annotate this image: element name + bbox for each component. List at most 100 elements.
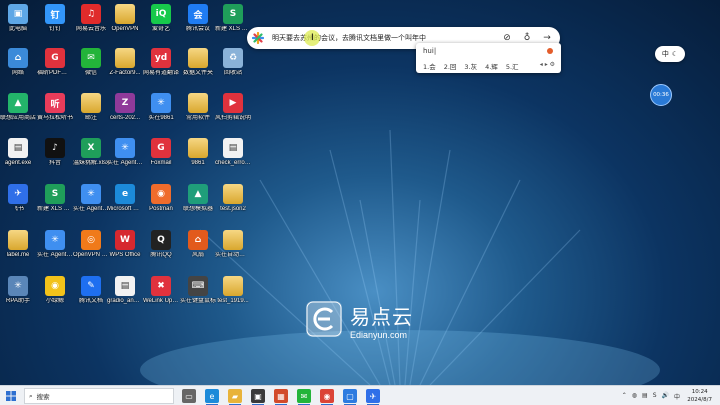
language-indicator[interactable]: 中 ☾: [655, 46, 685, 62]
desktop-icon[interactable]: ◉ 小绿鲸: [37, 276, 73, 305]
desktop-icon[interactable]: 实在自动化程序: [215, 230, 251, 259]
desktop-icon-glyph: ◎: [81, 230, 101, 250]
desktop-icon[interactable]: Z-Factor9...: [107, 48, 143, 77]
taskbar-app-store[interactable]: ▣: [251, 389, 265, 405]
desktop-icon[interactable]: ▲ 联想应用商店: [0, 93, 36, 122]
watermark-en: Edianyun.com: [350, 330, 408, 340]
desktop-icon[interactable]: ▶ 风扫剪辑说明: [215, 93, 251, 122]
desktop-icon-label: 新建 XLS 工作表.xlsx: [215, 26, 251, 32]
desktop-icon-label: 福昕PDF编辑器: [37, 70, 73, 76]
desktop-icon[interactable]: ♫ 网易云音乐: [73, 4, 109, 33]
taskbar-app-edge[interactable]: e: [205, 389, 219, 405]
desktop-icon[interactable]: ✳ 实在 Agent9897: [73, 184, 109, 213]
desktop-icon-glyph: [115, 48, 135, 68]
desktop-icon[interactable]: ✉ 微信: [73, 48, 109, 77]
taskbar-app-chrome[interactable]: ◉: [320, 389, 334, 405]
desktop-icon[interactable]: iQ 爱奇艺: [143, 4, 179, 33]
ime-candidate[interactable]: 4.辉: [485, 61, 498, 71]
desktop-icon-label: WeLink Update 9: [143, 298, 179, 304]
taskbar-search-box[interactable]: ⌕ 搜索: [24, 388, 174, 404]
desktop-icon[interactable]: 数据文件夹: [180, 48, 216, 77]
watermark: 易点云 Edianyun.com: [306, 301, 446, 345]
taskbar-app-task-view[interactable]: ▭: [182, 389, 196, 403]
desktop-icon[interactable]: ▤ check_error...: [215, 138, 251, 167]
desktop-icon[interactable]: ▤ gradio_anno...: [107, 276, 143, 305]
desktop-icon-glyph: [81, 93, 101, 113]
taskbar-app-feishu[interactable]: ✈: [366, 389, 380, 405]
ime-page-nav[interactable]: ◂ ▸ ⚙: [540, 61, 555, 68]
taskbar-app-app-blue[interactable]: ▢: [343, 389, 357, 405]
desktop-icon-glyph: ◉: [45, 276, 65, 296]
windows-start-icon[interactable]: [6, 391, 16, 401]
desktop-icon-label: test.json2: [220, 206, 246, 212]
tray-icon[interactable]: ▤: [642, 392, 648, 401]
desktop-icon[interactable]: ✳ 实在9861: [143, 93, 179, 122]
desktop-icon[interactable]: G Foxmail: [143, 138, 179, 167]
desktop-icon[interactable]: OpenVPN: [107, 4, 143, 33]
desktop-icon-label: 此电脑: [8, 26, 27, 32]
ime-candidate-window[interactable]: hui| 1.会 2.回 3.灰 4.辉 5.汇 ◂ ▸ ⚙: [416, 43, 561, 73]
desktop-icon[interactable]: 钉钉钉: [37, 4, 73, 33]
tray-icon[interactable]: S: [653, 392, 657, 401]
desktop-icon[interactable]: ✳ 实在 Agent9606: [107, 138, 143, 167]
desktop-icon-glyph: ⌂: [188, 230, 208, 250]
taskbar-clock[interactable]: 10:24 2024/8/7: [687, 388, 712, 404]
desktop-icon[interactable]: W WPS Office: [107, 230, 143, 259]
desktop-icon[interactable]: ✳ RPA助手: [0, 276, 36, 305]
ime-candidate[interactable]: 3.灰: [464, 61, 477, 71]
desktop-icon[interactable]: label.me: [0, 230, 36, 259]
desktop-icon[interactable]: yd 网易有道翻译: [143, 48, 179, 77]
desktop-icon[interactable]: G 福昕PDF编辑器: [37, 48, 73, 77]
desktop-icon[interactable]: 常用软件: [180, 93, 216, 122]
recording-timer-badge[interactable]: 00:36: [650, 84, 672, 106]
desktop-icon-glyph: Z: [115, 93, 135, 113]
desktop-icon-glyph: ♻: [223, 48, 243, 68]
desktop-icon[interactable]: ✖ WeLink Update 9: [143, 276, 179, 305]
desktop-icon[interactable]: 会腾讯会议: [180, 4, 216, 33]
desktop-icon-label: 腾讯会议: [185, 26, 210, 32]
desktop-icon[interactable]: ⌨ 实在键盘鼠标: [180, 276, 216, 305]
desktop-icon[interactable]: ✳ 实在 Agent10105: [37, 230, 73, 259]
desktop-icon[interactable]: S 新建 XLS 工作表.xlsx: [37, 184, 73, 213]
ime-candidate[interactable]: 1.会: [423, 61, 436, 71]
tray-icon[interactable]: 🔊: [662, 392, 669, 401]
desktop-icon[interactable]: e Microsoft Edge: [107, 184, 143, 213]
desktop-icon-glyph: ▲: [188, 184, 208, 204]
tray-icon[interactable]: 中: [674, 392, 680, 401]
desktop-icon[interactable]: ♪ 抖音: [37, 138, 73, 167]
desktop-icon-glyph: ✳: [115, 138, 135, 158]
desktop-icon[interactable]: ▲ 联想模拟器: [180, 184, 216, 213]
desktop-icon[interactable]: ◎ OpenVPN GUI: [73, 230, 109, 259]
desktop-icon[interactable]: S 新建 XLS 工作表.xlsx: [215, 4, 251, 33]
desktop-icon[interactable]: 9861: [180, 138, 216, 167]
taskbar-app-wechat[interactable]: ✉: [297, 389, 311, 405]
desktop-icon[interactable]: ▣ 此电脑: [0, 4, 36, 33]
desktop-icon[interactable]: ✎ 腾讯文档: [73, 276, 109, 305]
desktop-icon[interactable]: ♻ 回收站: [215, 48, 251, 77]
tray-icon[interactable]: ◍: [632, 392, 637, 401]
ime-candidate[interactable]: 2.回: [444, 61, 457, 71]
taskbar-app-app-red[interactable]: ▦: [274, 389, 288, 405]
desktop-icon[interactable]: ◉ Postman: [143, 184, 179, 213]
desktop-icon[interactable]: test_1919...: [215, 276, 251, 305]
desktop-icon-label: RPA助手: [6, 298, 30, 304]
desktop-icon-glyph: ✖: [151, 276, 171, 296]
desktop-icon-glyph: [223, 184, 243, 204]
taskbar-app-file-explorer[interactable]: ▰: [228, 389, 242, 405]
desktop-icon[interactable]: ⌂ 风扇: [180, 230, 216, 259]
desktop-icon[interactable]: ▤ agent.exe: [0, 138, 36, 167]
desktop-icon[interactable]: Zcerts-202...: [107, 93, 143, 122]
tray-icon[interactable]: ⌃: [622, 392, 627, 401]
desktop-icon-label: 小绿鲸: [45, 298, 64, 304]
desktop-icon-glyph: ⌂: [8, 48, 28, 68]
desktop-icon[interactable]: test.json2: [215, 184, 251, 213]
desktop-icon-glyph: ✳: [81, 184, 101, 204]
desktop-icon[interactable]: ⌂ 网络: [0, 48, 36, 77]
desktop-icon[interactable]: 听黄马拉松听书: [37, 93, 73, 122]
ime-candidate[interactable]: 5.汇: [506, 61, 519, 71]
desktop-icon[interactable]: Q 腾讯QQ: [143, 230, 179, 259]
desktop-icon-label: 风扫剪辑说明: [215, 115, 251, 121]
desktop-icon[interactable]: 邮注: [73, 93, 109, 122]
desktop-icon[interactable]: ✈ 飞书: [0, 184, 36, 213]
desktop-icon[interactable]: X 温妹挑解.xlsx: [73, 138, 109, 167]
